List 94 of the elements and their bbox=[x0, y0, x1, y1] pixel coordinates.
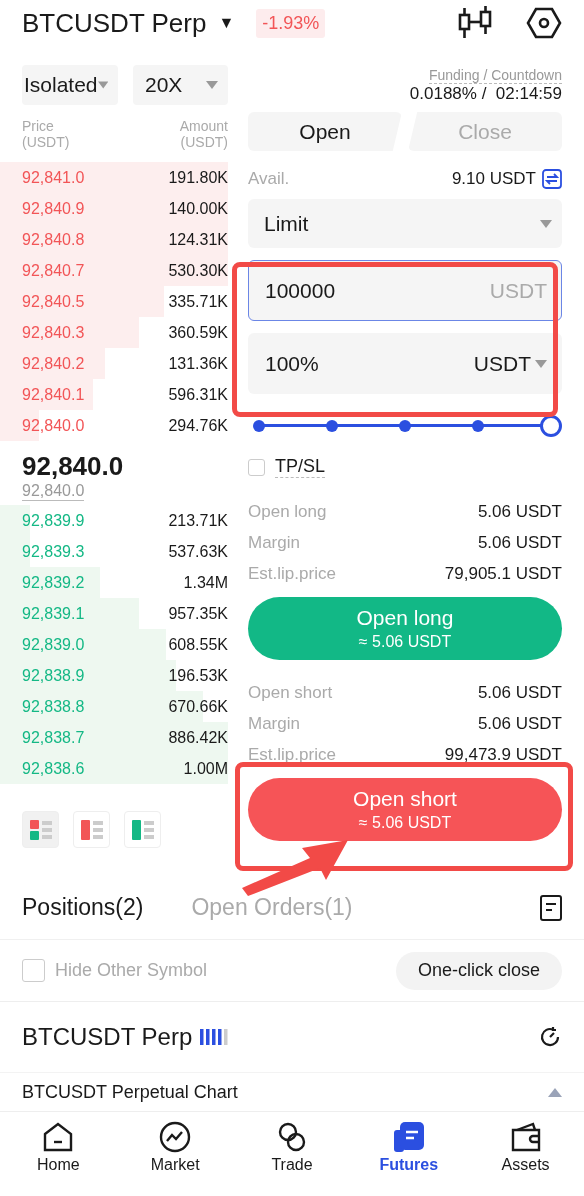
caret-icon bbox=[206, 81, 218, 89]
ask-price: 92,840.5 bbox=[22, 292, 85, 311]
ask-price: 92,840.8 bbox=[22, 230, 85, 249]
nav-tab[interactable]: Home bbox=[8, 1120, 109, 1196]
nav-tab[interactable]: Trade bbox=[242, 1120, 342, 1196]
order-amount: 140.00K bbox=[168, 199, 228, 218]
order-type-select[interactable]: Limit bbox=[248, 199, 562, 248]
order-amount: 886.42K bbox=[168, 728, 228, 747]
ask-price: 92,840.7 bbox=[22, 261, 85, 280]
symbol-title[interactable]: BTCUSDT Perp bbox=[22, 7, 207, 39]
tpsl-label: TP/SL bbox=[275, 456, 326, 478]
nav-tab[interactable]: Assets bbox=[475, 1120, 576, 1196]
bid-price: 92,839.2 bbox=[22, 573, 85, 592]
order-amount: 294.76K bbox=[168, 416, 228, 435]
bid-price: 92,839.9 bbox=[22, 511, 85, 530]
document-icon bbox=[391, 1120, 426, 1154]
order-amount: 335.71K bbox=[168, 292, 228, 311]
bids-layout-icon bbox=[131, 818, 154, 841]
order-amount: 1.00M bbox=[183, 759, 228, 778]
info-value: 5.06 USDT bbox=[477, 713, 562, 734]
amount-field[interactable]: 100% USDT bbox=[248, 333, 562, 394]
ask-price: 92,840.3 bbox=[22, 323, 85, 342]
info-label: Est.lip.price bbox=[248, 744, 336, 765]
info-label: Margin bbox=[248, 532, 300, 553]
chart-label: BTCUSDT Perpetual Chart bbox=[22, 1081, 238, 1103]
info-value: 79,905.1 USDT bbox=[444, 563, 562, 584]
caret-icon bbox=[97, 81, 108, 89]
bid-price: 92,839.3 bbox=[22, 542, 85, 561]
book-view-button[interactable] bbox=[73, 811, 110, 848]
one-click-close-button[interactable]: One-click close bbox=[395, 951, 562, 990]
nav-tab[interactable]: Market bbox=[125, 1120, 226, 1196]
bid-price: 92,838.8 bbox=[22, 697, 85, 716]
asks-layout-icon bbox=[80, 818, 103, 841]
info-label: Est.lip.price bbox=[248, 563, 336, 584]
order-amount: 608.55K bbox=[168, 635, 228, 654]
order-amount: 1.34M bbox=[183, 573, 228, 592]
order-amount: 537.63K bbox=[168, 542, 228, 561]
last-price: 92,840.0 bbox=[22, 451, 125, 482]
bid-price: 92,838.6 bbox=[22, 759, 85, 778]
bid-price: 92,838.7 bbox=[22, 728, 85, 747]
book-layout-icon bbox=[29, 818, 52, 841]
position-symbol: BTCUSDT Perp bbox=[22, 1023, 193, 1051]
tpsl-checkbox[interactable] bbox=[248, 458, 265, 476]
bid-price: 92,839.0 bbox=[22, 635, 85, 654]
caret-icon[interactable]: ▼ bbox=[218, 14, 235, 32]
info-value: 99,473.9 USDT bbox=[444, 744, 562, 765]
mark-price: 92,840.0 bbox=[22, 482, 85, 501]
order-amount: 670.66K bbox=[168, 697, 228, 716]
book-view-button[interactable] bbox=[22, 811, 59, 848]
order-amount: 191.80K bbox=[168, 168, 228, 187]
margin-mode-select[interactable]: Isolated bbox=[22, 65, 118, 105]
order-amount: 213.71K bbox=[168, 511, 228, 530]
info-value: 5.06 USDT bbox=[477, 532, 562, 553]
ask-price: 92,840.0 bbox=[22, 416, 85, 435]
info-label: Open long bbox=[248, 501, 327, 522]
chart-row[interactable]: BTCUSDT Perpetual Chart bbox=[0, 1072, 584, 1112]
order-amount: 196.53K bbox=[168, 666, 228, 685]
order-amount: 360.59K bbox=[168, 323, 228, 342]
ask-price: 92,841.0 bbox=[22, 168, 85, 187]
order-tab[interactable]: Open bbox=[248, 112, 402, 151]
order-amount: 530.30K bbox=[168, 261, 228, 280]
available-value: 9.10 USDT bbox=[451, 169, 536, 189]
caret-icon bbox=[535, 359, 547, 368]
leverage-select[interactable]: 20X bbox=[133, 65, 228, 105]
order-amount: 596.31K bbox=[168, 385, 228, 404]
change-badge: -1.93% bbox=[256, 8, 326, 38]
column-header: Amount (USDT) bbox=[179, 118, 228, 152]
hide-symbols-checkbox[interactable] bbox=[22, 959, 45, 982]
nav-tab[interactable]: Futures bbox=[358, 1120, 459, 1196]
order-amount: 957.35K bbox=[168, 604, 228, 623]
order-amount: 124.31K bbox=[168, 230, 228, 249]
info-label: Margin bbox=[248, 713, 300, 734]
ask-price: 92,840.2 bbox=[22, 354, 85, 373]
document-icon[interactable] bbox=[540, 894, 562, 921]
caret-icon bbox=[540, 219, 552, 228]
info-value: 5.06 USDT bbox=[477, 682, 562, 703]
bid-price: 92,838.9 bbox=[22, 666, 85, 685]
hide-symbols-label: Hide Other Symbol bbox=[55, 960, 208, 981]
funding-value: 0.0188% / 02:14:59 bbox=[409, 83, 562, 104]
info-label: Open short bbox=[248, 682, 333, 703]
available-label: Avail. bbox=[248, 169, 290, 189]
transfer-icon[interactable] bbox=[542, 169, 562, 189]
settings-icon[interactable] bbox=[526, 6, 562, 40]
positions-tab[interactable]: Positions(2) bbox=[22, 894, 144, 921]
book-view-button[interactable] bbox=[124, 811, 161, 848]
order-amount: 131.36K bbox=[168, 354, 228, 373]
ask-price: 92,840.1 bbox=[22, 385, 85, 404]
bid-price: 92,839.1 bbox=[22, 604, 85, 623]
ask-price: 92,840.9 bbox=[22, 199, 85, 218]
info-value: 5.06 USDT bbox=[477, 501, 562, 522]
column-header: Price (USDT) bbox=[22, 118, 70, 152]
funding-label: Funding / Countdown bbox=[428, 66, 562, 84]
leverage-bars-icon bbox=[200, 1029, 231, 1045]
refresh-icon[interactable] bbox=[538, 1025, 562, 1049]
